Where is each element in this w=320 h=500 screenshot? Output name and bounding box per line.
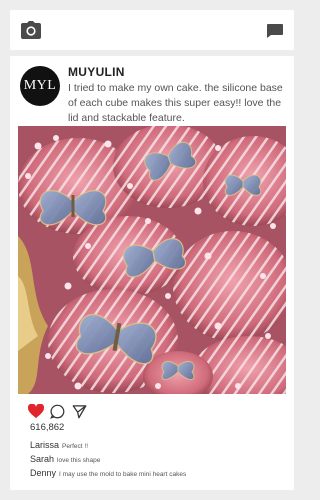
post-card: MYL MUYULIN I tried to make my own cake.… (10, 56, 294, 490)
comment-row: Denny I may use the mold to bake mini hea… (30, 468, 186, 478)
avatar[interactable]: MYL (20, 66, 60, 106)
comment-user[interactable]: Larissa (30, 440, 59, 450)
like-count[interactable]: 616,862 (30, 422, 64, 433)
post-username[interactable]: MUYULIN (68, 65, 125, 79)
message-icon[interactable] (267, 24, 283, 38)
comment-icon[interactable] (50, 404, 65, 419)
post-caption: I tried to make my own cake. the silicon… (68, 82, 283, 124)
comment-user[interactable]: Sarah (30, 454, 54, 464)
comment-text: I may use the mold to bake mini heart ca… (59, 471, 187, 478)
cake-photo-illustration (18, 126, 286, 394)
comment-user[interactable]: Denny (30, 468, 56, 478)
share-icon[interactable] (72, 404, 87, 419)
comment-row: Larissa Perfect !! (30, 440, 88, 450)
comment-text: Perfect !! (62, 443, 89, 450)
heart-icon[interactable] (28, 404, 44, 419)
comment-text: love this shape (57, 457, 101, 464)
camera-icon[interactable] (21, 21, 41, 39)
comment-row: Sarah love this shape (30, 454, 100, 464)
top-bar (10, 10, 294, 50)
post-photo[interactable] (18, 126, 286, 394)
